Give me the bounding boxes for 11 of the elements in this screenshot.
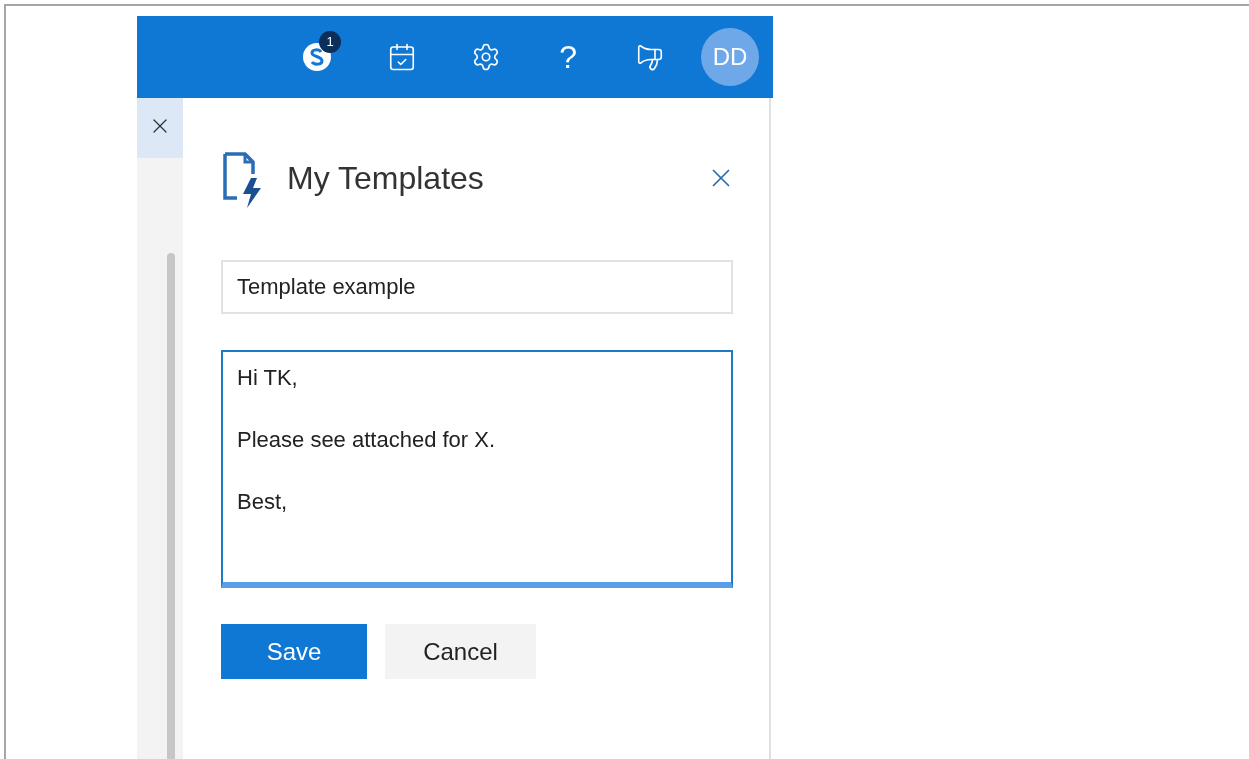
notification-badge: 1 (319, 31, 342, 53)
template-body-field[interactable]: Hi TK, Please see attached for X. Best, (221, 350, 733, 588)
cancel-button[interactable]: Cancel (385, 624, 536, 679)
megaphone-icon[interactable] (635, 42, 665, 72)
template-name-field[interactable]: Template example (221, 260, 733, 314)
help-button[interactable]: ? (559, 41, 577, 73)
panel-title: My Templates (287, 159, 484, 198)
save-button[interactable]: Save (221, 624, 367, 679)
chat-logo-icon (309, 48, 326, 66)
skype-button[interactable]: 1 (275, 31, 360, 83)
close-button[interactable] (137, 98, 183, 158)
